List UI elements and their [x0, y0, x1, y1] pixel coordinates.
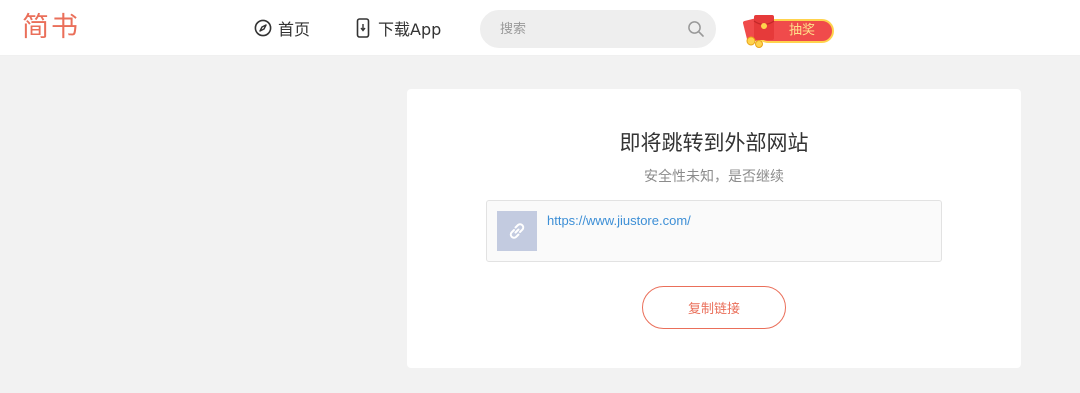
nav-home-link[interactable]: 首页 [254, 17, 310, 39]
redirect-title: 即将跳转到外部网站 [619, 131, 809, 155]
link-preview: https://www.jiustore.com/ [486, 200, 942, 262]
lottery-button[interactable]: 抽奖 [742, 13, 834, 49]
search-bar [480, 10, 716, 48]
external-url-link[interactable]: https://www.jiustore.com/ [547, 212, 691, 230]
nav-download-app-label: 下载App [378, 20, 442, 39]
redirect-warning: 安全性未知，是否继续 [644, 169, 784, 185]
external-link-card: 即将跳转到外部网站 安全性未知，是否继续 https://www.jiustor… [407, 89, 1021, 368]
search-input[interactable] [500, 11, 680, 47]
nav-download-app-link[interactable]: 下载App [354, 17, 441, 39]
lottery-label: 抽奖 [788, 23, 815, 38]
jianshu-logo[interactable]: 简书 [22, 11, 80, 45]
copy-link-button[interactable]: 复制链接 [642, 286, 786, 329]
link-icon [497, 211, 537, 251]
search-icon[interactable] [685, 18, 707, 40]
top-navbar: 简书 首页 下载App 搜索 抽奖 [0, 0, 1080, 56]
nav-home-label: 首页 [278, 20, 311, 39]
compass-icon [254, 18, 272, 38]
phone-icon [354, 18, 372, 38]
red-envelope-icon [743, 15, 775, 48]
